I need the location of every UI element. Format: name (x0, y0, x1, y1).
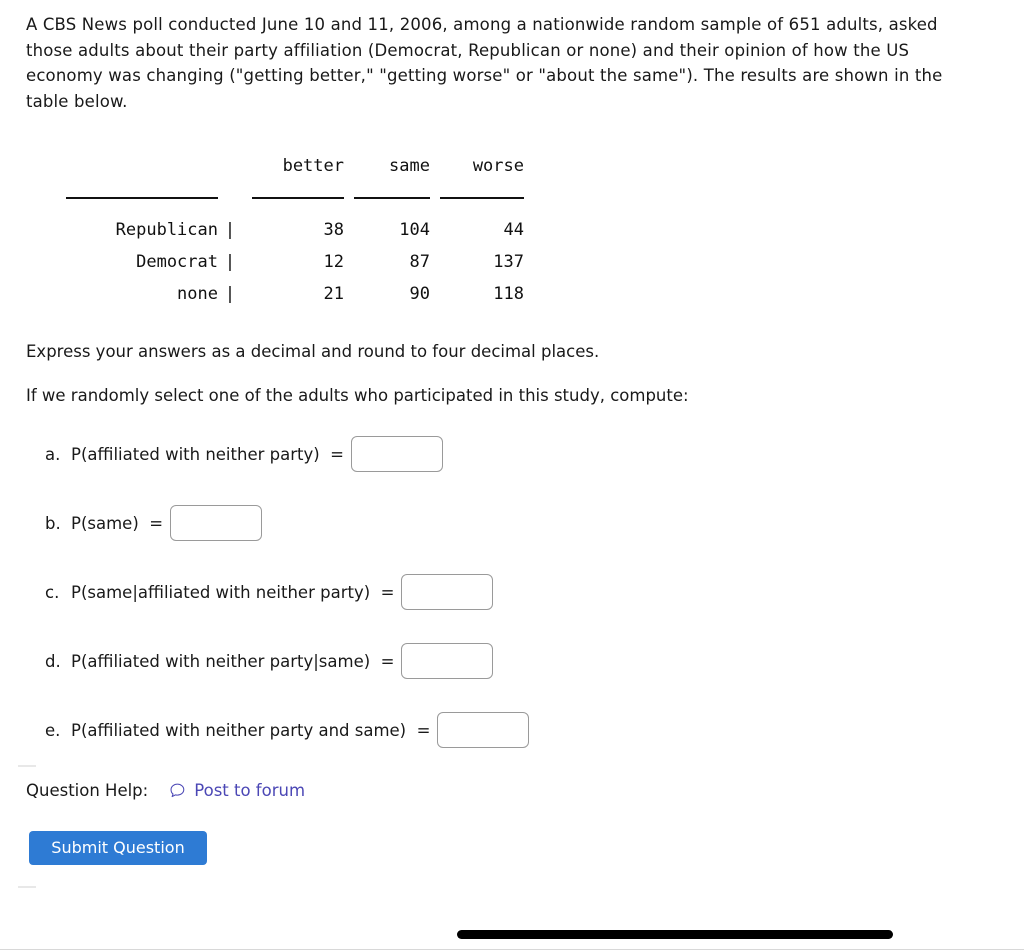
question-page: A CBS News poll conducted June 10 and 11… (0, 0, 1024, 952)
question-label-b: P(same) = (71, 513, 164, 533)
post-to-forum-text: Post to forum (194, 781, 306, 800)
column-header-better: better (282, 156, 344, 176)
decimal-instruction: Express your answers as a decimal and ro… (26, 342, 600, 361)
question-label-a: P(affiliated with neither party) = (71, 444, 344, 464)
header-divider-cell (218, 150, 242, 182)
cell-republican-better: 38 (323, 220, 344, 240)
question-marker-b: b. (45, 513, 61, 533)
table-header-row: better same worse (66, 150, 524, 182)
column-header-worse: worse (472, 156, 524, 176)
table-row: none | 21 90 118 (66, 278, 524, 310)
compute-instruction: If we randomly select one of the adults … (26, 386, 689, 405)
cell-democrat-worse: 137 (493, 252, 524, 272)
cell-none-same: 90 (409, 284, 430, 304)
cell-none-better: 21 (323, 284, 344, 304)
left-edge-mark (18, 886, 36, 888)
question-label-d: P(affiliated with neither party|same) = (71, 651, 395, 671)
cell-none-worse: 118 (493, 284, 524, 304)
answer-input-c[interactable] (401, 574, 494, 610)
question-label-e: P(affiliated with neither party and same… (71, 720, 431, 740)
row-divider: | (224, 220, 236, 240)
answer-input-a[interactable] (350, 436, 443, 472)
question-help-label: Question Help: (26, 781, 149, 800)
column-header-same: same (389, 156, 430, 176)
row-label-democrat: Democrat (136, 252, 218, 272)
question-marker-a: a. (45, 444, 61, 464)
question-marker-d: d. (45, 651, 61, 671)
question-item-b: b. P(same) = (26, 499, 986, 547)
row-label-none: none (177, 284, 218, 304)
cell-republican-same: 104 (399, 220, 430, 240)
question-marker-c: c. (45, 582, 60, 602)
question-item-a: a. P(affiliated with neither party) = (26, 430, 986, 478)
question-list: a. P(affiliated with neither party) = b.… (26, 430, 986, 775)
intro-paragraph: A CBS News poll conducted June 10 and 11… (26, 15, 943, 111)
table-row: Democrat | 12 87 137 (66, 246, 524, 278)
rule-worse-col (430, 182, 524, 214)
question-item-e: e. P(affiliated with neither party and s… (26, 706, 986, 754)
cell-democrat-better: 12 (323, 252, 344, 272)
rule-label-col (66, 182, 218, 214)
rule-gap-col (218, 182, 242, 214)
question-item-c: c. P(same|affiliated with neither party)… (26, 568, 986, 616)
row-divider: | (224, 284, 236, 304)
answer-input-b[interactable] (170, 505, 263, 541)
question-marker-e: e. (45, 720, 61, 740)
table-corner-cell (66, 150, 218, 182)
row-divider: | (224, 252, 236, 272)
rule-same-col (344, 182, 430, 214)
question-label-c: P(same|affiliated with neither party) = (71, 582, 395, 602)
question-help-row: Question Help: Post to forum (26, 781, 305, 800)
left-edge-mark (18, 765, 36, 767)
question-item-d: d. P(affiliated with neither party|same)… (26, 637, 986, 685)
bottom-divider (0, 949, 1024, 950)
answer-input-d[interactable] (401, 643, 494, 679)
table-row: Republican | 38 104 44 (66, 214, 524, 246)
cell-republican-worse: 44 (503, 220, 524, 240)
post-to-forum-link[interactable]: Post to forum (168, 781, 305, 800)
contingency-table: better same worse Republican | 38 104 44… (66, 150, 524, 310)
table-rule-row (66, 182, 524, 214)
speech-bubble-icon (170, 783, 185, 798)
row-label-republican: Republican (115, 220, 218, 240)
home-indicator-bar (457, 930, 893, 939)
submit-question-button[interactable]: Submit Question (29, 831, 207, 865)
answer-input-e[interactable] (437, 712, 530, 748)
rule-better-col (242, 182, 344, 214)
cell-democrat-same: 87 (409, 252, 430, 272)
